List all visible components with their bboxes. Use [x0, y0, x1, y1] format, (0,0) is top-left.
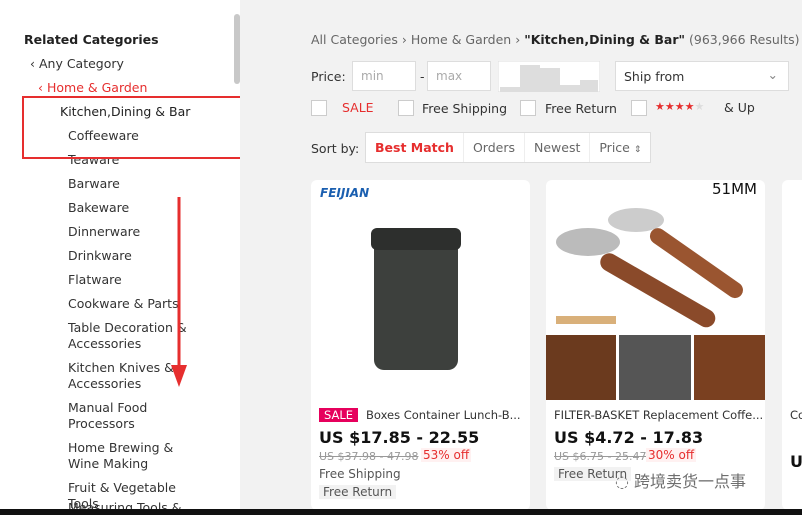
- sort-orders[interactable]: Orders: [464, 133, 525, 162]
- free-shipping-tag: Free Shipping: [319, 467, 401, 481]
- rating-checkbox[interactable]: [631, 100, 647, 116]
- free-return-tag: Free Return: [319, 485, 397, 499]
- home-garden-link[interactable]: ‹ Home & Garden: [38, 80, 178, 96]
- result-count: (963,966 Results): [689, 32, 800, 47]
- product-title[interactable]: FILTER-BASKET Replacement Coffe...: [554, 408, 763, 422]
- original-price: US $6.75 - 25.47: [554, 450, 647, 463]
- sidebar: Related Categories ‹ Any Category ‹ Home…: [0, 0, 240, 515]
- sale-label: SALE: [342, 100, 374, 115]
- sort-options: Best Match Orders Newest Price ⇕: [365, 132, 652, 163]
- sort-newest[interactable]: Newest: [525, 133, 591, 162]
- sidebar-category-item[interactable]: Barware: [68, 176, 208, 192]
- sort-label: Sort by:: [311, 141, 360, 156]
- price-dash: -: [420, 69, 425, 84]
- product-price: U: [790, 452, 802, 471]
- crumb-current: "Kitchen,Dining & Bar": [524, 32, 686, 47]
- product-image: [546, 208, 765, 400]
- product-image: [371, 228, 461, 370]
- price-label: Price:: [311, 69, 346, 84]
- watermark: ◌ 跨境卖货一点事: [615, 472, 747, 491]
- free-shipping-checkbox[interactable]: [398, 100, 414, 116]
- sale-badge: SALE: [319, 408, 359, 422]
- and-up-label: & Up: [724, 100, 755, 115]
- sort-best-match[interactable]: Best Match: [366, 133, 464, 162]
- discount: 30% off: [646, 448, 697, 462]
- ship-from-select[interactable]: Ship from ⌄: [615, 61, 789, 91]
- rating-stars: ★★★★★: [655, 100, 705, 113]
- price-min-input[interactable]: min: [352, 61, 416, 91]
- discount: 53% off: [421, 448, 472, 462]
- sort-price[interactable]: Price ⇕: [590, 133, 650, 162]
- product-card[interactable]: Co U: [782, 180, 802, 510]
- product-title[interactable]: Co: [790, 408, 802, 422]
- highlight-box: [22, 96, 240, 159]
- brand-logo: FEIJIAN: [320, 186, 370, 200]
- sale-checkbox[interactable]: [311, 100, 327, 116]
- product-price: US $17.85 - 22.55: [319, 428, 480, 447]
- free-shipping-label: Free Shipping: [422, 101, 508, 116]
- free-return-checkbox[interactable]: [520, 100, 536, 116]
- product-price: US $4.72 - 17.83: [554, 428, 704, 447]
- free-return-label: Free Return: [545, 101, 617, 116]
- breadcrumb: All Categories › Home & Garden › "Kitche…: [311, 32, 800, 47]
- crumb-all[interactable]: All Categories: [311, 32, 398, 47]
- price-max-input[interactable]: max: [427, 61, 491, 91]
- original-price: US $37.98 - 47.98: [319, 450, 419, 463]
- price-histogram[interactable]: [498, 61, 600, 92]
- crumb-home[interactable]: Home & Garden: [411, 32, 511, 47]
- sort-arrows-icon: ⇕: [633, 145, 642, 155]
- product-card[interactable]: FEIJIAN SALE Boxes Container Lunch-B... …: [311, 180, 530, 510]
- sidebar-category-item[interactable]: Manual Food Processors: [68, 400, 208, 432]
- product-card[interactable]: 51MM FILTER-BASKET Replacement Coffe... …: [546, 180, 765, 510]
- product-title[interactable]: Boxes Container Lunch-B...: [366, 408, 521, 422]
- down-arrow-annotation: [171, 197, 187, 387]
- bottom-bar: [0, 509, 802, 515]
- chevron-down-icon: ⌄: [767, 67, 778, 82]
- related-categories-title: Related Categories: [24, 32, 159, 47]
- sidebar-category-item[interactable]: Home Brewing & Wine Making: [68, 440, 208, 472]
- any-category-link[interactable]: ‹ Any Category: [30, 56, 170, 72]
